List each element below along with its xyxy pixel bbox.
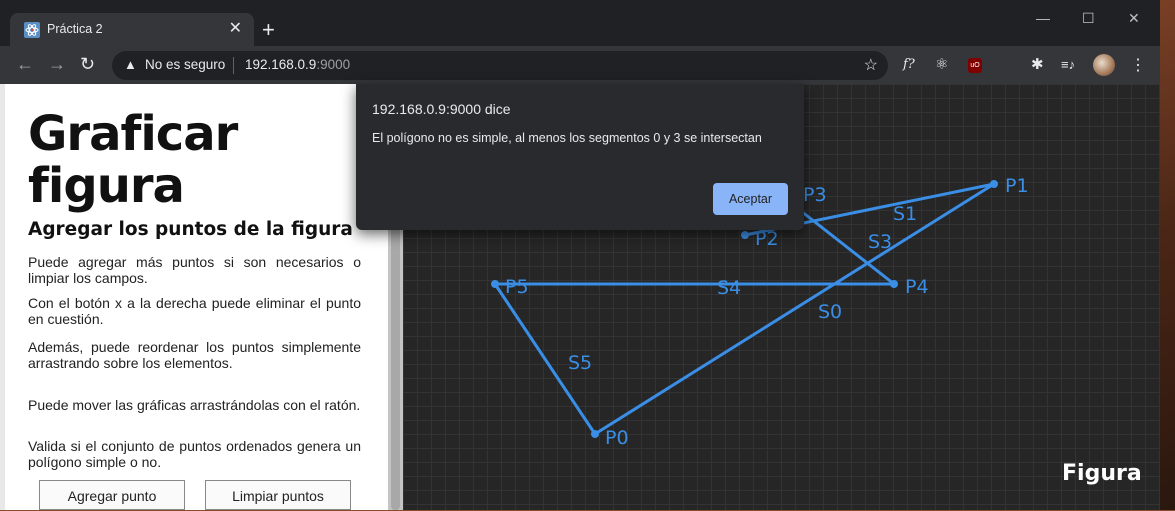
minimize-button[interactable]: — bbox=[1036, 10, 1050, 26]
point-p5[interactable] bbox=[491, 280, 499, 288]
forward-arrow-icon[interactable]: → bbox=[48, 54, 66, 74]
browser-window: Práctica 2 ✕ + — ☐ ✕ ← → ↻ ▲ No es segur… bbox=[0, 0, 1160, 510]
segment-label-s4: S4 bbox=[717, 277, 741, 299]
tab-strip: Práctica 2 ✕ + — ☐ ✕ bbox=[0, 0, 1160, 46]
instruction-paragraph: Valida si el conjunto de puntos ordenado… bbox=[28, 438, 361, 470]
browser-toolbar: ← → ↻ ▲ No es seguro 192.168.0.9:9000 ☆ … bbox=[0, 46, 1160, 84]
page-title-line1: Graficar bbox=[28, 106, 238, 162]
close-window-button[interactable]: ✕ bbox=[1128, 10, 1140, 27]
react-favicon-icon bbox=[24, 22, 40, 38]
profile-avatar[interactable] bbox=[1093, 54, 1115, 76]
menu-kebab-icon[interactable]: ⋮ bbox=[1130, 55, 1146, 75]
back-arrow-icon[interactable]: ← bbox=[16, 54, 34, 74]
ublock-icon[interactable]: uO bbox=[968, 58, 982, 73]
extension-fx-icon[interactable]: f? bbox=[903, 57, 915, 72]
alert-dialog: 192.168.0.9:9000 dice El polígono no es … bbox=[356, 84, 804, 230]
point-p2[interactable] bbox=[741, 231, 749, 239]
figure-label: Figura bbox=[1062, 461, 1142, 486]
accept-button[interactable]: Aceptar bbox=[713, 183, 788, 215]
react-devtools-icon[interactable]: ⚛ bbox=[935, 55, 948, 73]
add-point-button[interactable]: Agregar punto bbox=[39, 480, 185, 510]
instruction-paragraph: Puede mover las gráficas arrastrándolas … bbox=[28, 397, 361, 413]
clear-points-button[interactable]: Limpiar puntos bbox=[205, 480, 351, 510]
media-control-icon[interactable]: ≡♪ bbox=[1061, 57, 1075, 72]
tab-title: Práctica 2 bbox=[47, 22, 103, 36]
segment-label-s3: S3 bbox=[868, 231, 892, 253]
maximize-button[interactable]: ☐ bbox=[1082, 10, 1095, 27]
tab-practica-2[interactable]: Práctica 2 ✕ bbox=[10, 13, 254, 46]
tab-close-icon[interactable]: ✕ bbox=[229, 19, 242, 39]
security-label[interactable]: No es seguro bbox=[145, 57, 225, 72]
segment-label-s5: S5 bbox=[568, 352, 592, 374]
omnibox-divider bbox=[233, 57, 234, 74]
section-subtitle: Agregar los puntos de la figura bbox=[28, 219, 353, 240]
url-text[interactable]: 192.168.0.9:9000 bbox=[245, 57, 350, 72]
extensions-puzzle-icon[interactable]: ✱ bbox=[1031, 55, 1044, 73]
point-label-p1: P1 bbox=[1005, 175, 1029, 197]
point-p0[interactable] bbox=[591, 430, 599, 438]
segment-label-s1: S1 bbox=[893, 203, 917, 225]
point-label-p3: P3 bbox=[803, 184, 827, 206]
point-label-p2: P2 bbox=[755, 228, 779, 250]
url-host: 192.168.0.9 bbox=[245, 57, 317, 72]
point-label-p4: P4 bbox=[905, 276, 929, 298]
dialog-origin: 192.168.0.9:9000 dice bbox=[372, 101, 511, 117]
warning-icon: ▲ bbox=[124, 57, 137, 72]
address-bar[interactable]: ▲ No es seguro 192.168.0.9:9000 ☆ bbox=[112, 51, 888, 80]
instruction-paragraph: Con el botón x a la derecha puede elimin… bbox=[28, 295, 361, 327]
page-title: Graficar figura bbox=[28, 106, 238, 214]
instruction-paragraph: Además, puede reordenar los puntos simpl… bbox=[28, 339, 361, 371]
url-port: :9000 bbox=[316, 57, 351, 72]
instruction-paragraph: Puede agregar más puntos si son necesari… bbox=[28, 254, 361, 286]
segment-label-s0: S0 bbox=[818, 301, 842, 323]
point-label-p0: P0 bbox=[605, 427, 629, 449]
dialog-message: El polígono no es simple, al menos los s… bbox=[372, 131, 762, 145]
page-title-line2: figura bbox=[28, 158, 185, 214]
reload-icon[interactable]: ↻ bbox=[80, 54, 95, 74]
bookmark-star-icon[interactable]: ☆ bbox=[864, 55, 878, 75]
new-tab-button[interactable]: + bbox=[262, 18, 275, 42]
point-label-p5: P5 bbox=[505, 276, 529, 298]
point-p1[interactable] bbox=[990, 180, 998, 188]
point-p4[interactable] bbox=[890, 280, 898, 288]
